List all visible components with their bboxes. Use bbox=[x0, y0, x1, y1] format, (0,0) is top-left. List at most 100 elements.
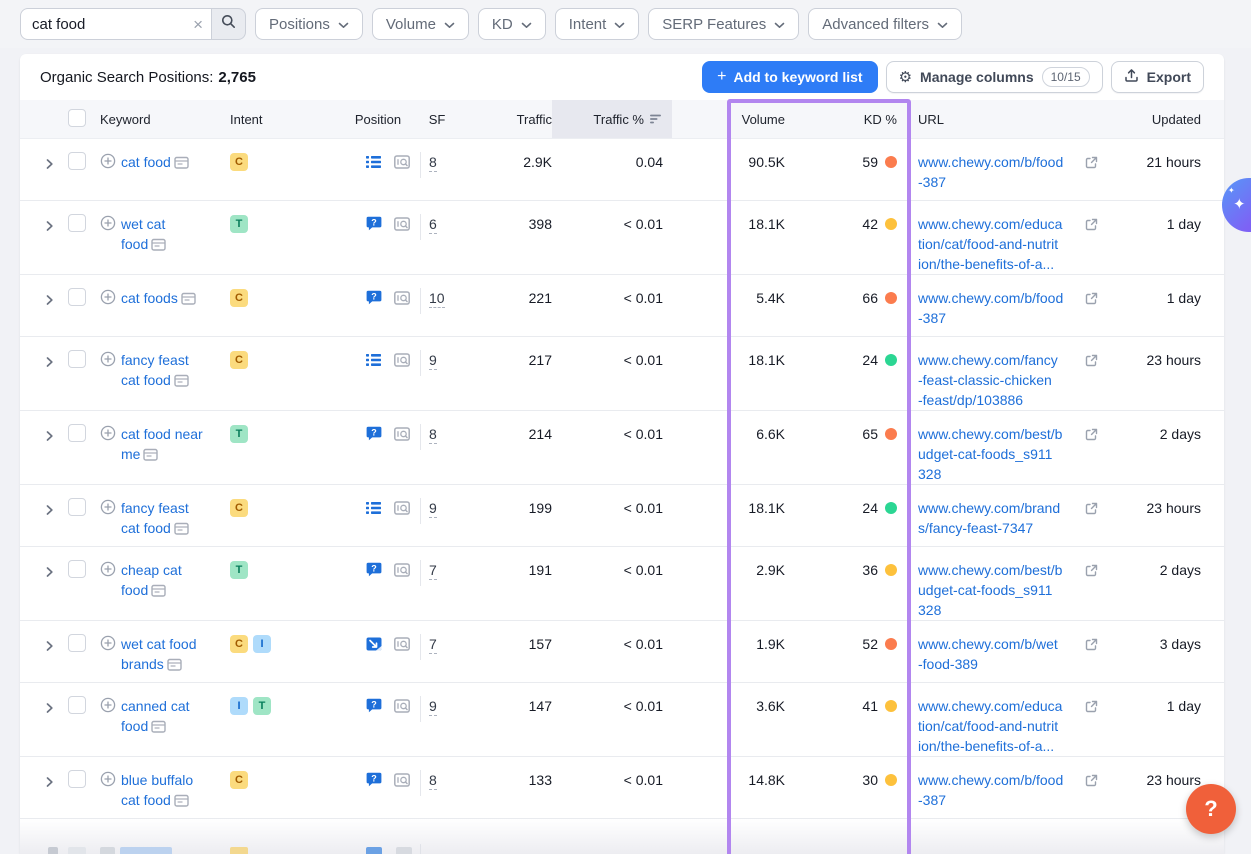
expand-chevron-icon[interactable] bbox=[45, 699, 60, 719]
position-value[interactable]: 8 bbox=[429, 154, 437, 172]
row-checkbox[interactable] bbox=[68, 152, 86, 170]
url-link[interactable]: www.chewy.com/brands/fancy-feast-7347 bbox=[918, 498, 1086, 538]
serp-preview-icon[interactable] bbox=[394, 216, 410, 236]
add-keyword-icon[interactable] bbox=[100, 771, 116, 812]
header-sf[interactable]: SF bbox=[429, 112, 446, 127]
add-keyword-icon[interactable] bbox=[100, 697, 116, 738]
serp-preview-icon[interactable] bbox=[394, 562, 410, 582]
url-link[interactable]: www.chewy.com/best/budget-cat-foods_s911… bbox=[918, 424, 1086, 484]
external-link-icon[interactable] bbox=[1085, 352, 1098, 372]
header-updated[interactable]: Updated bbox=[1152, 112, 1224, 127]
serp-snapshot-icon[interactable] bbox=[174, 154, 189, 174]
url-link[interactable]: www.chewy.com/fancy-feast-classic-chicke… bbox=[918, 350, 1086, 410]
serp-snapshot-icon[interactable] bbox=[167, 656, 182, 676]
row-checkbox[interactable] bbox=[68, 288, 86, 306]
paa-feature-icon[interactable]: ? bbox=[366, 290, 384, 310]
header-keyword[interactable]: Keyword bbox=[100, 112, 230, 127]
serp-snapshot-icon[interactable] bbox=[174, 372, 189, 392]
serp-snapshot-icon[interactable] bbox=[151, 582, 166, 602]
clear-search-icon[interactable]: × bbox=[193, 16, 203, 33]
external-link-icon[interactable] bbox=[1085, 426, 1098, 446]
serp-preview-icon[interactable] bbox=[394, 698, 410, 718]
serp-preview-icon[interactable] bbox=[394, 772, 410, 792]
url-link[interactable]: www.chewy.com/education/cat/food-and-nut… bbox=[918, 696, 1086, 756]
external-link-icon[interactable] bbox=[1085, 154, 1098, 174]
row-checkbox[interactable] bbox=[68, 560, 86, 578]
expand-chevron-icon[interactable] bbox=[45, 217, 60, 237]
position-value[interactable]: 9 bbox=[429, 500, 437, 518]
add-keyword-icon[interactable] bbox=[100, 425, 116, 466]
row-checkbox[interactable] bbox=[68, 214, 86, 232]
url-link[interactable]: www.chewy.com/education/cat/food-and-nut… bbox=[918, 214, 1086, 274]
search-input[interactable] bbox=[32, 16, 162, 33]
url-link[interactable]: www.chewy.com/b/food-387 bbox=[918, 152, 1086, 192]
paa-feature-icon[interactable]: ? bbox=[366, 772, 384, 792]
external-link-icon[interactable] bbox=[1085, 636, 1098, 656]
row-checkbox[interactable] bbox=[68, 498, 86, 516]
serp-preview-icon[interactable] bbox=[394, 154, 410, 174]
url-link[interactable]: www.chewy.com/b/wet-food-389 bbox=[918, 634, 1086, 674]
row-checkbox[interactable] bbox=[68, 770, 86, 788]
serp-preview-icon[interactable] bbox=[394, 636, 410, 656]
external-link-icon[interactable] bbox=[1085, 562, 1098, 582]
add-keyword-icon[interactable] bbox=[100, 289, 116, 310]
list-feature-icon[interactable] bbox=[365, 352, 384, 372]
expand-chevron-icon[interactable] bbox=[45, 155, 60, 175]
header-intent[interactable]: Intent bbox=[230, 112, 336, 127]
expand-chevron-icon[interactable] bbox=[45, 291, 60, 311]
paa-feature-icon[interactable]: ? bbox=[366, 216, 384, 236]
add-keyword-icon[interactable] bbox=[100, 153, 116, 174]
add-keyword-icon[interactable] bbox=[100, 635, 116, 676]
position-value[interactable]: 6 bbox=[429, 216, 437, 234]
expand-chevron-icon[interactable] bbox=[45, 353, 60, 373]
filter-serp-features[interactable]: SERP Features bbox=[648, 8, 799, 40]
serp-snapshot-icon[interactable] bbox=[174, 520, 189, 540]
search-button[interactable] bbox=[212, 8, 246, 40]
ai-assistant-tab[interactable]: ✦ ✦ bbox=[1222, 178, 1251, 232]
keyword-link[interactable]: wet cat foodbrands bbox=[121, 636, 197, 672]
external-link-icon[interactable] bbox=[1085, 216, 1098, 236]
list-feature-icon[interactable] bbox=[365, 500, 384, 520]
add-to-keyword-list-button[interactable]: + Add to keyword list bbox=[702, 61, 877, 93]
external-link-icon[interactable] bbox=[1085, 290, 1098, 310]
position-value[interactable]: 8 bbox=[429, 426, 437, 444]
serp-snapshot-icon[interactable] bbox=[151, 236, 166, 256]
position-value[interactable]: 7 bbox=[429, 636, 437, 654]
paa-feature-icon[interactable]: ? bbox=[366, 698, 384, 718]
manage-columns-button[interactable]: ⚙ Manage columns 10/15 bbox=[886, 61, 1103, 93]
serp-snapshot-icon[interactable] bbox=[143, 446, 158, 466]
select-all-checkbox[interactable] bbox=[68, 109, 86, 127]
serp-preview-icon[interactable] bbox=[394, 352, 410, 372]
image-feature-icon[interactable] bbox=[366, 636, 384, 656]
paa-feature-icon[interactable]: ? bbox=[366, 562, 384, 582]
position-value[interactable]: 7 bbox=[429, 562, 437, 580]
serp-preview-icon[interactable] bbox=[394, 290, 410, 310]
filter-intent[interactable]: Intent bbox=[555, 8, 640, 40]
serp-snapshot-icon[interactable] bbox=[174, 792, 189, 812]
expand-chevron-icon[interactable] bbox=[45, 637, 60, 657]
row-checkbox[interactable] bbox=[68, 696, 86, 714]
search-box[interactable]: × bbox=[20, 8, 212, 40]
list-feature-icon[interactable] bbox=[365, 154, 384, 174]
filter-volume[interactable]: Volume bbox=[372, 8, 469, 40]
serp-snapshot-icon[interactable] bbox=[151, 718, 166, 738]
serp-preview-icon[interactable] bbox=[394, 500, 410, 520]
position-value[interactable]: 10 bbox=[429, 290, 445, 308]
header-kd[interactable]: KD % bbox=[864, 112, 911, 127]
keyword-link[interactable]: cat food bbox=[121, 154, 171, 170]
row-checkbox[interactable] bbox=[68, 634, 86, 652]
url-link[interactable]: www.chewy.com/b/food-387 bbox=[918, 770, 1086, 810]
help-button[interactable]: ? bbox=[1186, 784, 1236, 834]
add-keyword-icon[interactable] bbox=[100, 351, 116, 392]
filter-kd[interactable]: KD bbox=[478, 8, 546, 40]
paa-feature-icon[interactable]: ? bbox=[366, 426, 384, 446]
header-position[interactable]: Position bbox=[355, 112, 401, 127]
header-traffic-pct[interactable]: Traffic % bbox=[552, 100, 672, 138]
serp-snapshot-icon[interactable] bbox=[181, 290, 196, 310]
header-url[interactable]: URL bbox=[911, 112, 1110, 127]
serp-preview-icon[interactable] bbox=[394, 426, 410, 446]
filter-positions[interactable]: Positions bbox=[255, 8, 363, 40]
row-checkbox[interactable] bbox=[68, 350, 86, 368]
url-link[interactable]: www.chewy.com/b/food-387 bbox=[918, 288, 1086, 328]
add-keyword-icon[interactable] bbox=[100, 215, 116, 256]
